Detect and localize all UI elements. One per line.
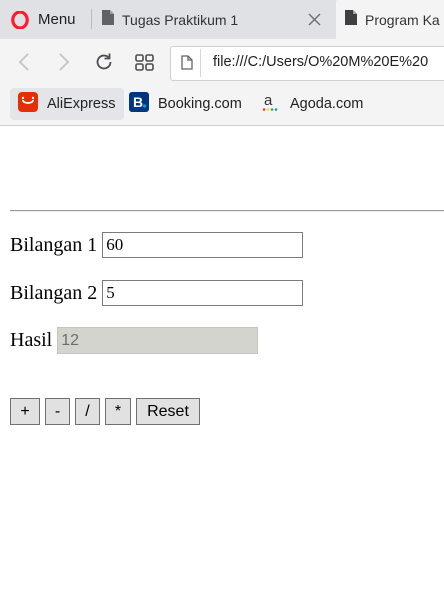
hasil-label: Hasil — [10, 329, 53, 351]
bookmark-aliexpress[interactable]: AliExpress — [10, 88, 124, 120]
svg-text:B: B — [133, 94, 143, 110]
bilangan1-label: Bilangan 1 — [10, 233, 98, 256]
url-text[interactable]: file:///C:/Users/O%20M%20E%20 — [213, 54, 428, 70]
address-divider — [200, 49, 201, 77]
tab-separator — [91, 9, 92, 29]
bookmark-agoda[interactable]: a Agoda.com — [253, 88, 371, 120]
divide-button[interactable]: / — [75, 398, 100, 425]
bookmark-booking[interactable]: B Booking.com — [121, 88, 250, 120]
tab-program[interactable]: Program Ka — [336, 0, 444, 39]
tab-title: Tugas Praktikum 1 — [122, 11, 239, 28]
opera-logo-icon — [11, 9, 29, 30]
bilangan2-label: Bilangan 2 — [10, 281, 98, 304]
page-info-icon[interactable] — [181, 55, 193, 75]
close-icon[interactable] — [308, 13, 321, 31]
navigation-bar: file:///C:/Users/O%20M%20E%20 — [0, 39, 444, 85]
agoda-icon: a — [261, 92, 281, 117]
document-icon — [101, 9, 115, 31]
reload-icon[interactable] — [93, 51, 115, 73]
back-icon[interactable] — [13, 51, 35, 73]
bookmark-label: Booking.com — [158, 96, 242, 112]
speed-dial-icon[interactable] — [133, 51, 155, 73]
reset-button[interactable]: Reset — [136, 398, 200, 425]
bilangan2-row: Bilangan 2 — [10, 280, 304, 306]
bilangan1-input[interactable] — [102, 232, 304, 258]
aliexpress-icon — [18, 91, 38, 117]
add-button[interactable]: + — [10, 398, 40, 425]
multiply-button[interactable]: * — [105, 398, 131, 425]
hasil-row: Hasil — [10, 327, 259, 354]
tab-title: Program Ka — [365, 11, 440, 28]
bookmark-label: Agoda.com — [290, 96, 364, 112]
tab-strip: Menu Tugas Praktikum 1 Program Ka — [0, 0, 444, 39]
tab-tugas-praktikum[interactable]: Tugas Praktikum 1 — [101, 0, 334, 39]
subtract-button[interactable]: - — [45, 398, 70, 425]
bookmark-label: AliExpress — [47, 96, 116, 112]
horizontal-rule — [10, 210, 444, 212]
bilangan2-input[interactable] — [102, 280, 304, 306]
booking-icon: B — [129, 91, 149, 117]
svg-text:a: a — [264, 92, 273, 109]
address-bar[interactable]: file:///C:/Users/O%20M%20E%20 — [170, 46, 444, 81]
bookmarks-bar: AliExpress B Booking.com a Agoda.com — [0, 85, 444, 126]
document-icon — [344, 9, 358, 31]
forward-icon[interactable] — [53, 51, 75, 73]
operation-buttons: + - / * Reset — [10, 398, 205, 425]
menu-label: Menu — [38, 11, 76, 28]
opera-menu-button[interactable]: Menu — [0, 0, 76, 39]
bilangan1-row: Bilangan 1 — [10, 232, 304, 258]
hasil-output — [57, 327, 259, 354]
